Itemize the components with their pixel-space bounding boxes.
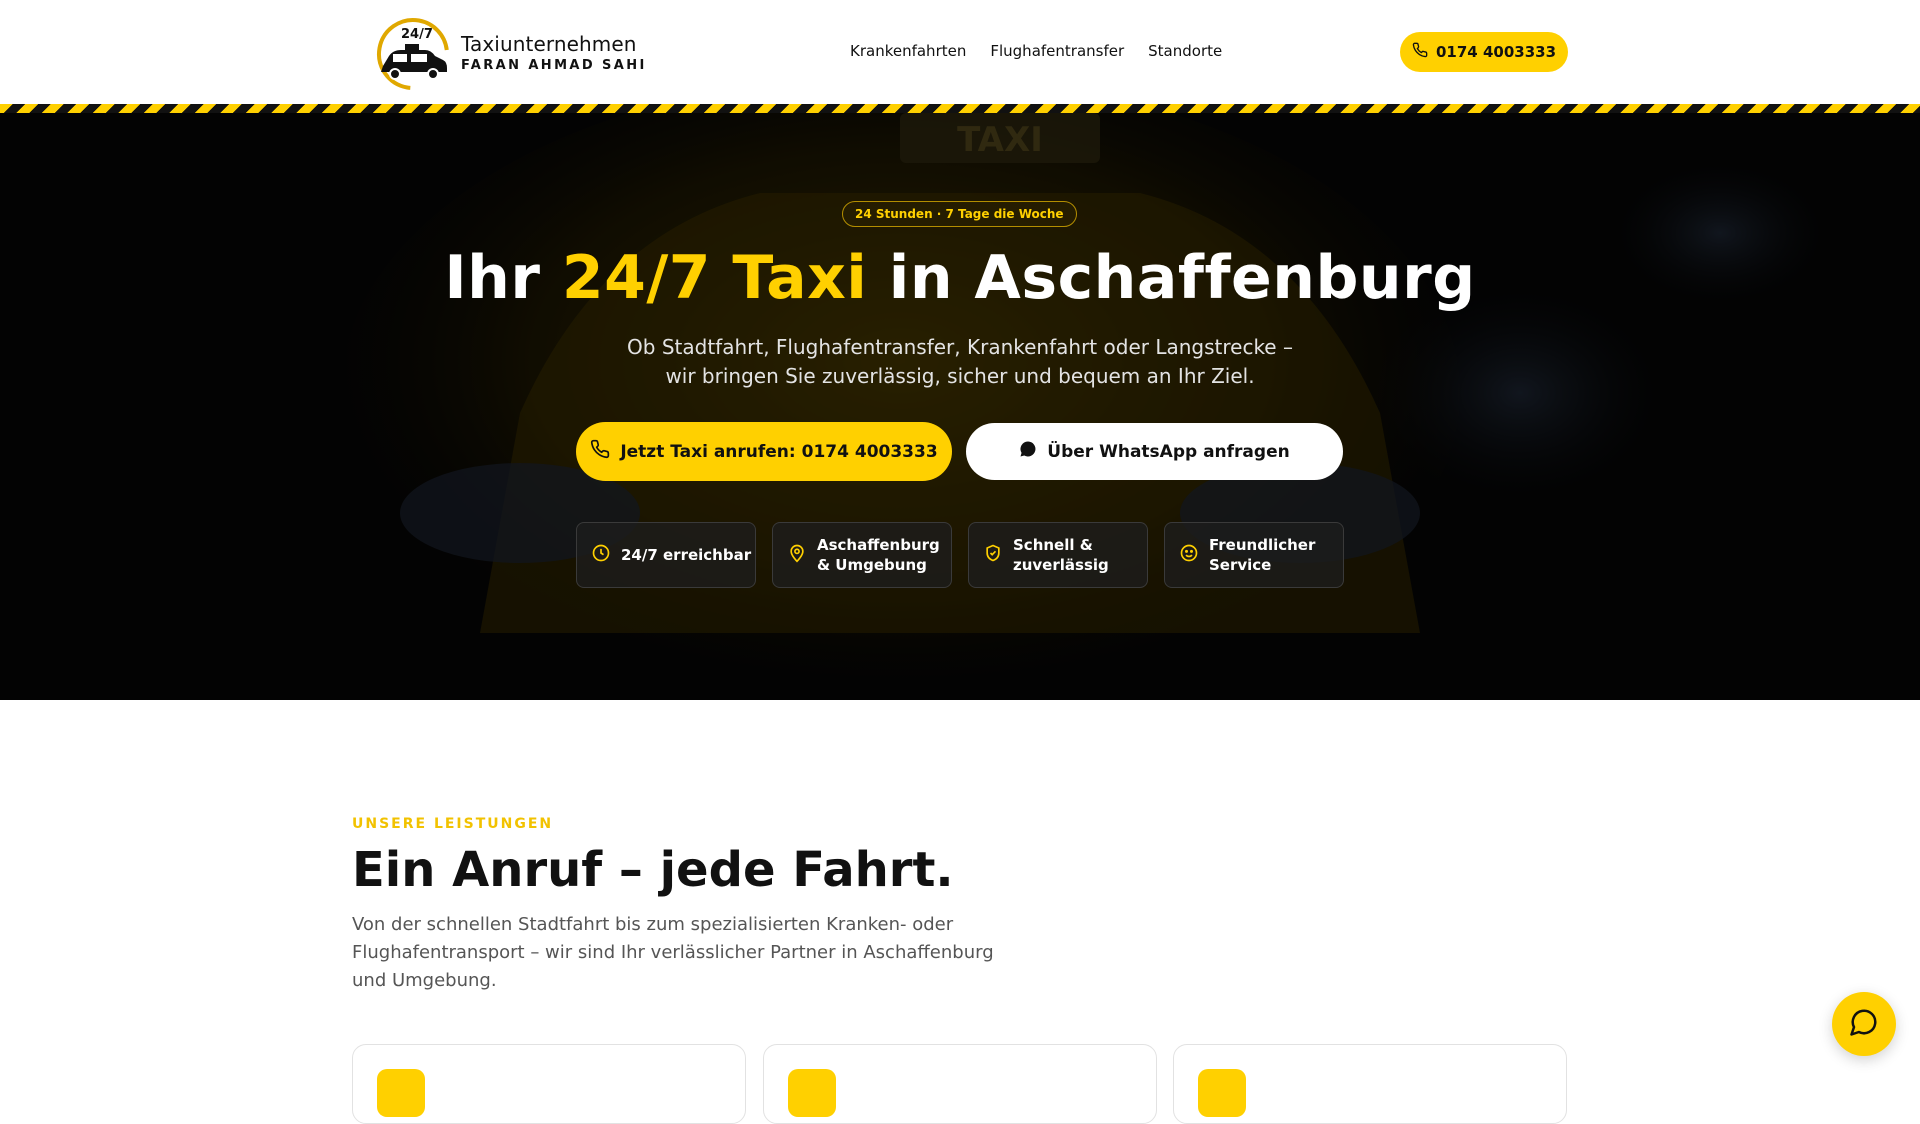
hero-section: TAXI 24 Stunden · 7 Tage die Woche Ihr 2…	[0, 113, 1920, 700]
hero-title-highlight: 24/7 Taxi	[561, 243, 868, 313]
site-header: 24/7 Taxiunternehmen FARAN AHMAD SAHI Kr…	[0, 0, 1920, 104]
chat-button[interactable]	[1832, 992, 1896, 1056]
feature-list: 24/7 erreichbar Aschaffenburg & Umgebung …	[576, 522, 1344, 588]
nav-link-krankenfahrten[interactable]: Krankenfahrten	[850, 42, 966, 60]
whatsapp-icon	[1019, 440, 1037, 463]
service-icon	[788, 1069, 836, 1117]
map-pin-icon	[787, 543, 807, 567]
hero-content: 24 Stunden · 7 Tage die Woche Ihr 24/7 T…	[0, 113, 1920, 700]
clock-icon	[591, 543, 611, 567]
feature-item: Aschaffenburg & Umgebung	[772, 522, 952, 588]
services-description: Von der schnellen Stadtfahrt bis zum spe…	[352, 914, 994, 991]
hero-subtitle-line2: wir bringen Sie zuverlässig, sicher und …	[665, 364, 1255, 388]
service-icon	[377, 1069, 425, 1117]
logo-title: Taxiunternehmen	[461, 31, 637, 56]
hero-subtitle: Ob Stadtfahrt, Flughafentransfer, Kranke…	[560, 333, 1360, 391]
logo[interactable]: 24/7 Taxiunternehmen FARAN AHMAD SAHI	[371, 14, 647, 90]
hero-title-pre: Ihr	[444, 243, 562, 313]
feature-item: Freundlicher Service	[1164, 522, 1344, 588]
header-phone-button[interactable]: 0174 4003333	[1400, 32, 1568, 72]
hero-title: Ihr 24/7 Taxi in Aschaffenburg	[0, 243, 1920, 313]
availability-badge: 24 Stunden · 7 Tage die Woche	[842, 201, 1077, 227]
call-taxi-label: Jetzt Taxi anrufen: 0174 4003333	[620, 441, 938, 462]
feature-label: Aschaffenburg & Umgebung	[817, 536, 940, 574]
logo-text: Taxiunternehmen FARAN AHMAD SAHI	[461, 32, 647, 73]
header-phone-label: 0174 4003333	[1435, 43, 1557, 61]
nav-link-standorte[interactable]: Standorte	[1148, 42, 1222, 60]
services-title: Ein Anruf – jede Fahrt.	[352, 842, 954, 898]
feature-item: Schnell & zuverlässig	[968, 522, 1148, 588]
service-card[interactable]	[352, 1044, 746, 1124]
whatsapp-label: Über WhatsApp anfragen	[1047, 441, 1290, 462]
service-icon	[1198, 1069, 1246, 1117]
chat-bubble-icon	[1849, 1007, 1879, 1041]
feature-label: Schnell & zuverlässig	[1013, 536, 1109, 574]
service-card[interactable]	[1173, 1044, 1567, 1124]
logo-subtitle: FARAN AHMAD SAHI	[461, 57, 647, 73]
feature-label: Freundlicher Service	[1209, 536, 1316, 574]
main-nav: Krankenfahrten Flughafentransfer Standor…	[850, 42, 1222, 60]
nav-link-flughafentransfer[interactable]: Flughafentransfer	[990, 42, 1124, 60]
services-eyebrow: UNSERE LEISTUNGEN	[352, 816, 554, 832]
taxi-logo-icon: 24/7	[371, 14, 455, 90]
hero-subtitle-line1: Ob Stadtfahrt, Flughafentransfer, Kranke…	[627, 335, 1293, 359]
smile-icon	[1179, 543, 1199, 567]
feature-label: 24/7 erreichbar	[621, 546, 752, 564]
shield-check-icon	[983, 543, 1003, 567]
call-taxi-button[interactable]: Jetzt Taxi anrufen: 0174 4003333	[576, 422, 952, 481]
whatsapp-button[interactable]: Über WhatsApp anfragen	[966, 423, 1343, 480]
phone-icon	[1412, 42, 1428, 62]
logo-badge-text: 24/7	[401, 27, 433, 42]
feature-item: 24/7 erreichbar	[576, 522, 756, 588]
service-card[interactable]	[763, 1044, 1157, 1124]
hazard-stripe	[0, 104, 1920, 113]
phone-icon	[590, 439, 610, 464]
hero-title-post: in Aschaffenburg	[867, 243, 1476, 313]
